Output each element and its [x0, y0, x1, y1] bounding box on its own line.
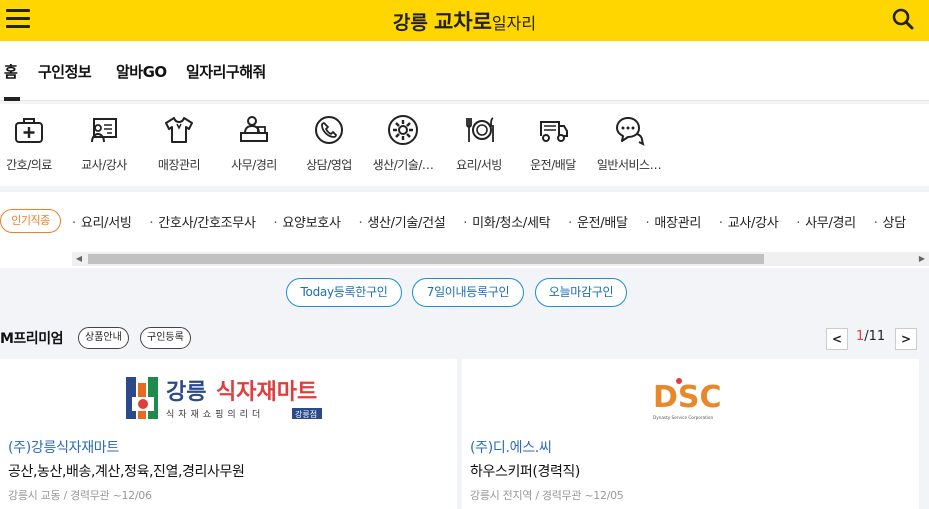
- category-consulting[interactable]: 상담/영업: [288, 114, 370, 173]
- main-tabs: 홈 구인정보 알바GO 일자리구해줘: [0, 41, 929, 101]
- job-title[interactable]: 하우스키퍼(경력직): [470, 461, 580, 481]
- top-header: 강릉 교차로일자리: [0, 0, 929, 41]
- gear-icon: [388, 115, 418, 145]
- logo-suffix: 일자리: [491, 14, 537, 33]
- phone-call-icon: [315, 116, 343, 144]
- active-tab-indicator: [4, 97, 20, 101]
- category-teacher[interactable]: 교사/강사: [63, 114, 145, 173]
- scrollbar-thumb[interactable]: [88, 254, 764, 264]
- logo-subtitle: 식자재쇼핑의리더: [166, 409, 264, 420]
- popular-item[interactable]: 매장관리: [646, 212, 701, 231]
- category-label: 일반서비스…: [596, 158, 662, 172]
- category-label: 간호/의료: [6, 158, 52, 172]
- category-label: 교사/강사: [81, 158, 127, 172]
- popular-item[interactable]: 간호사/간호조무사: [149, 212, 256, 231]
- popular-item[interactable]: 사무/경리: [796, 212, 856, 231]
- category-label: 매장관리: [157, 158, 201, 172]
- logo-branch-tag: 강릉점: [295, 409, 317, 419]
- company-logo: 강릉 식자재마트 식자재쇼핑의리더 강릉점: [126, 373, 326, 427]
- next-page-button[interactable]: >: [895, 328, 917, 350]
- category-store[interactable]: 매장관리: [138, 114, 220, 173]
- scroll-right-arrow-icon[interactable]: ▶: [915, 252, 929, 266]
- logo-wordmark-prefix: 강릉: [166, 380, 206, 405]
- logo-main: 교차로: [433, 10, 492, 34]
- search-icon[interactable]: [891, 7, 915, 31]
- category-grid: 간호/의료 교사/강사 매장관리 사무/경리 상담/영업 생산/기술/… 요리/…: [0, 104, 929, 186]
- product-info-button[interactable]: 상품안내: [78, 327, 129, 349]
- category-label: 운전/배달: [530, 158, 576, 172]
- category-medical[interactable]: 간호/의료: [0, 114, 70, 173]
- popular-item[interactable]: 교사/강사: [719, 212, 779, 231]
- popular-item[interactable]: 상담: [874, 212, 907, 231]
- popular-badge: 인기직종: [0, 209, 61, 233]
- company-name[interactable]: (주)강릉식자재마트: [8, 437, 119, 457]
- shirt-icon: [165, 117, 193, 143]
- tab-home[interactable]: 홈: [4, 61, 18, 82]
- job-title[interactable]: 공산,농산,배송,계산,정육,진열,경리사무원: [8, 461, 245, 481]
- category-label: 사무/경리: [231, 158, 277, 172]
- logo-wordmark-main: 식자재마트: [216, 380, 317, 405]
- category-office[interactable]: 사무/경리: [213, 114, 295, 173]
- teacher-board-icon: [91, 118, 117, 143]
- tab-albago[interactable]: 알바GO: [116, 61, 167, 82]
- job-card[interactable]: DSC Dynasty Service Corporation (주)디.에스.…: [462, 359, 919, 509]
- premium-title: M프리미엄: [0, 331, 63, 347]
- category-production[interactable]: 생산/기술/…: [362, 114, 444, 173]
- site-logo[interactable]: 강릉 교차로일자리: [0, 6, 929, 36]
- scroll-left-arrow-icon[interactable]: ◀: [72, 252, 86, 266]
- popular-item[interactable]: 요리/서빙: [72, 212, 132, 231]
- popular-item[interactable]: 생산/기술/건설: [358, 212, 445, 231]
- popular-item[interactable]: 요양보호사: [273, 212, 341, 231]
- popular-item[interactable]: 운전/배달: [568, 212, 628, 231]
- medical-kit-icon: [15, 118, 43, 143]
- horizontal-scrollbar[interactable]: ◀ ▶: [72, 252, 929, 266]
- category-label: 생산/기술/…: [372, 158, 434, 172]
- page-indicator: 1/11: [856, 329, 885, 344]
- job-register-button[interactable]: 구인등록: [140, 327, 191, 349]
- tab-job-info[interactable]: 구인정보: [38, 61, 92, 82]
- logo-wordmark: DSC: [653, 380, 722, 415]
- job-card[interactable]: 강릉 식자재마트 식자재쇼핑의리더 강릉점 (주)강릉식자재마트 공산,농산,배…: [0, 359, 457, 509]
- logo-prefix: 강릉: [392, 12, 428, 34]
- filter-7days[interactable]: 7일이내등록구인: [412, 278, 524, 307]
- truck-icon: [540, 121, 568, 142]
- dining-icon: [466, 117, 494, 142]
- filter-today[interactable]: Today등록한구인: [286, 278, 402, 307]
- popular-item[interactable]: 미화/청소/세탁: [463, 212, 550, 231]
- tab-find-job[interactable]: 일자리구해줘: [186, 61, 266, 82]
- logo-subtitle: Dynasty Service Corporation: [653, 415, 713, 420]
- company-name[interactable]: (주)디.에스.씨: [470, 437, 552, 457]
- category-service[interactable]: 일반서비스…: [588, 114, 670, 173]
- page-total: /11: [864, 329, 886, 344]
- category-label: 요리/서빙: [456, 158, 502, 172]
- category-driving[interactable]: 운전/배달: [512, 114, 594, 173]
- chat-bubbles-icon: [616, 117, 645, 146]
- category-label: 상담/영업: [306, 158, 352, 172]
- prev-page-button[interactable]: <: [826, 328, 848, 350]
- job-meta: 강릉시 전지역 / 경력무관 ~12/05: [470, 489, 624, 502]
- filter-closing-today[interactable]: 오늘마감구인: [535, 278, 627, 307]
- popular-list: 요리/서빙 간호사/간호조무사 요양보호사 생산/기술/건설 미화/청소/세탁 …: [72, 212, 929, 231]
- office-desk-icon: [240, 116, 268, 142]
- popular-jobs: 인기직종 요리/서빙 간호사/간호조무사 요양보호사 생산/기술/건설 미화/청…: [0, 192, 929, 268]
- job-meta: 강릉시 교동 / 경력무관 ~12/06: [8, 489, 152, 502]
- category-cooking[interactable]: 요리/서빙: [438, 114, 520, 173]
- company-logo: DSC Dynasty Service Corporation: [652, 373, 724, 427]
